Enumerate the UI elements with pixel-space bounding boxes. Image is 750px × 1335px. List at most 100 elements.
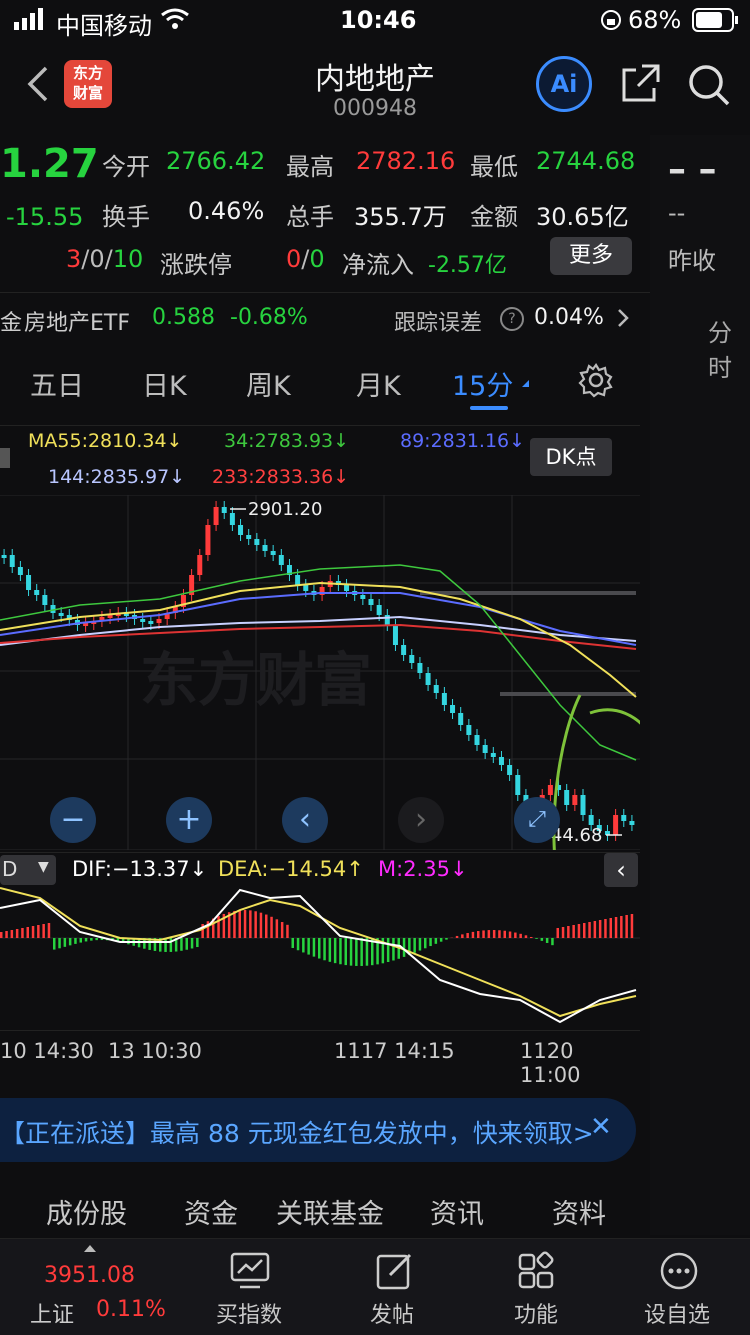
fullscreen-icon[interactable]: ⤢ xyxy=(514,797,560,843)
turnover-label: 换手 xyxy=(102,197,150,232)
function-grid-icon[interactable] xyxy=(516,1251,560,1291)
zoom-in-button[interactable]: + xyxy=(166,797,212,843)
zoom-out-button[interactable]: − xyxy=(50,797,96,843)
macd-bar xyxy=(541,938,544,941)
macd-bar xyxy=(292,938,295,948)
search-icon[interactable] xyxy=(686,62,732,112)
netflow-label: 净流入 xyxy=(342,245,414,280)
macd-bar xyxy=(366,938,369,966)
macd-bar xyxy=(567,926,570,938)
candle-body xyxy=(417,663,422,673)
candle-body xyxy=(295,575,300,585)
scroll-right-button[interactable]: › xyxy=(398,797,444,843)
macd-bar xyxy=(435,938,438,944)
ai-button[interactable]: Ai xyxy=(536,56,592,112)
macd-bar xyxy=(360,938,363,966)
low-value: 2744.68 xyxy=(536,147,635,175)
open-value: 2766.42 xyxy=(166,147,265,175)
macd-bar xyxy=(583,923,586,938)
help-icon[interactable]: ? xyxy=(500,307,524,331)
macd-bar xyxy=(11,930,14,938)
dk-point-button[interactable]: DK点 xyxy=(530,438,612,476)
macd-bar xyxy=(514,933,517,938)
candle-body xyxy=(613,815,618,835)
macd-bar xyxy=(265,915,268,938)
macd-bar xyxy=(191,938,194,948)
tab-related-funds[interactable]: 关联基金 xyxy=(276,1192,384,1231)
prev-close-value: -- xyxy=(668,199,685,227)
more-button[interactable]: 更多 xyxy=(550,237,632,275)
tab-day-k[interactable]: 日K xyxy=(142,364,187,403)
post-icon[interactable] xyxy=(374,1251,418,1291)
macd-bar xyxy=(440,938,443,942)
candle-body xyxy=(18,567,23,575)
x-axis-label-4: 1120 11:00 xyxy=(520,1039,640,1087)
etf-change: -0.68% xyxy=(230,305,308,330)
battery-icon xyxy=(692,8,740,38)
post-label[interactable]: 发帖 xyxy=(370,1297,414,1329)
buy-index-label[interactable]: 买指数 xyxy=(216,1297,282,1329)
candle-body xyxy=(385,615,390,625)
function-label[interactable]: 功能 xyxy=(514,1297,558,1329)
ma55-label: MA55:2810.34↓ xyxy=(28,430,182,452)
x-axis-label-3: 1117 14:15 xyxy=(334,1039,455,1063)
low-label: 最低 xyxy=(470,147,518,182)
tab-five-day[interactable]: 五日 xyxy=(30,364,84,403)
macd-bar xyxy=(504,931,507,938)
high-label: 最高 xyxy=(286,147,334,182)
candle-body xyxy=(205,525,210,555)
etf-row[interactable]: 金 房地产ETF 0.588 -0.68% 跟踪误差 ? 0.04% xyxy=(0,292,650,345)
candle-body xyxy=(303,585,308,591)
macd-bar xyxy=(557,928,560,938)
macd-bar xyxy=(281,922,284,938)
settings-gear-icon[interactable] xyxy=(578,362,614,402)
x-axis-label-2: 13 10:30 xyxy=(108,1039,202,1063)
expand-up-icon[interactable] xyxy=(84,1245,96,1252)
legend-side-tab[interactable] xyxy=(0,448,10,468)
promo-banner[interactable]: 【正在派送】最高 88 元现金红包发放中，快来领取> ✕ xyxy=(0,1098,636,1162)
battery-percent: 68% xyxy=(628,6,681,34)
tab-news[interactable]: 资讯 xyxy=(430,1192,484,1231)
tracking-value: 0.04% xyxy=(534,305,604,330)
tab-funds[interactable]: 资金 xyxy=(184,1192,238,1231)
add-watchlist-label[interactable]: 设自选 xyxy=(644,1297,710,1329)
tab-constituents[interactable]: 成份股 xyxy=(46,1192,127,1231)
macd-bar xyxy=(535,938,538,939)
macd-bar xyxy=(16,929,19,938)
macd-bar xyxy=(445,938,448,940)
kline-chart[interactable]: 东方财富 2901.20 2744.68 xyxy=(0,495,640,850)
high-value: 2782.16 xyxy=(356,147,455,175)
close-icon[interactable]: ✕ xyxy=(590,1112,612,1142)
buy-index-icon[interactable] xyxy=(228,1251,272,1291)
x-axis: 10 14:30 13 10:30 1117 14:15 1120 11:00 xyxy=(0,1030,640,1081)
macd-bar xyxy=(429,938,432,946)
macd-chart[interactable] xyxy=(0,880,640,1030)
limit-stop-up: 0 xyxy=(286,245,301,273)
macd-bar xyxy=(164,938,167,952)
tab-fenshi[interactable]: 分时 xyxy=(708,313,750,383)
macd-bar xyxy=(578,924,581,938)
candle-body xyxy=(230,513,235,525)
ma89-label: 89:2831.16↓ xyxy=(400,430,525,452)
macd-bar xyxy=(0,932,3,938)
scroll-left-button[interactable]: ‹ xyxy=(282,797,328,843)
etf-prefix: 金 xyxy=(0,305,22,337)
macd-bar xyxy=(53,938,56,950)
macd-bar xyxy=(610,918,613,938)
share-icon[interactable] xyxy=(620,62,662,108)
tab-week-k[interactable]: 周K xyxy=(246,364,291,403)
candle-body xyxy=(148,621,153,624)
candle-body xyxy=(401,645,406,655)
dea-label: DEA:−14.54↑ xyxy=(218,857,364,881)
tab-month-k[interactable]: 月K xyxy=(356,364,401,403)
macd-bar xyxy=(180,938,183,951)
tab-profile[interactable]: 资料 xyxy=(552,1192,606,1231)
candle-body xyxy=(197,555,202,575)
tab-15min[interactable]: 15分 xyxy=(452,364,513,403)
macd-bar xyxy=(562,927,565,938)
macd-bar xyxy=(58,938,61,948)
more-dots-icon[interactable] xyxy=(658,1251,702,1291)
candle-body xyxy=(589,815,594,825)
macd-bar xyxy=(419,938,422,951)
signal-icon xyxy=(14,8,48,36)
